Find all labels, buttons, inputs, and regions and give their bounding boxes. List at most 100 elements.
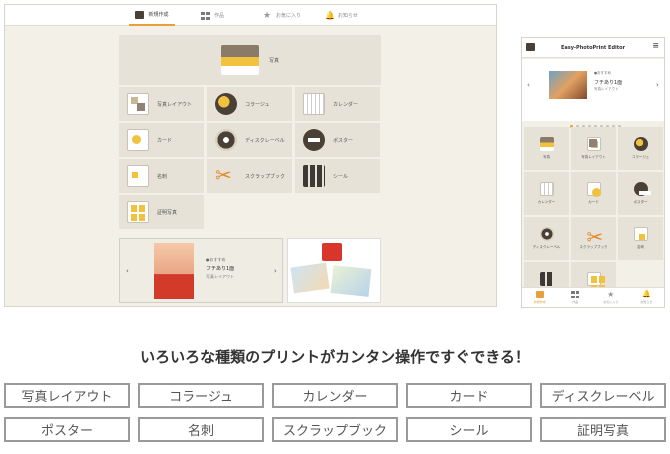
photo-layout-icon bbox=[586, 137, 601, 151]
phone-item-label: 写真レイアウト bbox=[581, 155, 606, 159]
menu-item-label: カード bbox=[157, 137, 173, 144]
desktop-app-preview: 新規作成 作品 ★ お気に入り 🔔 お知らせ 写真 写真レイアウト コラージュ … bbox=[4, 4, 497, 307]
menu-item-poster[interactable]: ポスター bbox=[295, 123, 380, 157]
phone-tab-works[interactable]: 作品 bbox=[558, 288, 594, 307]
phone-tab-label: お気に入り bbox=[603, 300, 619, 304]
new-icon[interactable] bbox=[526, 43, 535, 51]
disc-icon bbox=[539, 227, 554, 241]
poster-icon bbox=[633, 182, 651, 196]
menu-item-label: ポスター bbox=[333, 137, 354, 144]
menu-item-photo-layout[interactable]: 写真レイアウト bbox=[119, 87, 204, 121]
chevron-left-icon[interactable]: ‹ bbox=[527, 81, 530, 89]
headline: いろいろな種類のプリントがカンタン操作ですぐできる！ bbox=[140, 348, 530, 366]
collage-icon bbox=[633, 137, 648, 151]
phone-item-disc-label[interactable]: ディスクレーベル bbox=[524, 217, 569, 260]
phone-item-collage[interactable]: コラージュ bbox=[618, 127, 663, 170]
menu-item-label: 写真レイアウト bbox=[157, 101, 193, 108]
phone-item-label: ディスクレーベル bbox=[532, 245, 561, 249]
phone-tab-label: 作品 bbox=[572, 300, 579, 304]
app-title: Easy-PhotoPrint Editor bbox=[560, 44, 626, 51]
menu-item-sticker[interactable]: シール bbox=[295, 159, 380, 193]
menu-item-label: 名刺 bbox=[157, 173, 168, 180]
phone-tab-notices[interactable]: 🔔 お知らせ bbox=[629, 288, 665, 307]
menu-item-label: ディスクレーベル bbox=[245, 137, 285, 144]
menu-item-label: シール bbox=[333, 173, 349, 180]
tab-notices[interactable]: 🔔 お知らせ bbox=[325, 5, 358, 26]
tab-works[interactable]: 作品 bbox=[201, 5, 224, 26]
phone-item-label: ポスター bbox=[633, 200, 648, 204]
phone-item-poster[interactable]: ポスター bbox=[618, 172, 663, 215]
chevron-right-icon[interactable]: › bbox=[656, 81, 659, 89]
id-photo-icon bbox=[127, 201, 149, 223]
menu-item-business-card[interactable]: 名刺 bbox=[119, 159, 204, 193]
menu-icon[interactable]: ≡ bbox=[652, 41, 659, 50]
photo-layout-icon bbox=[127, 93, 149, 115]
menu-item-calendar[interactable]: カレンダー bbox=[295, 87, 380, 121]
phone-header: Easy-PhotoPrint Editor ≡ bbox=[522, 38, 664, 58]
menu-item-label: 写真 bbox=[268, 57, 279, 64]
chevron-left-icon[interactable]: ‹ bbox=[126, 267, 129, 275]
tab-favorites[interactable]: ★ お気に入り bbox=[263, 5, 301, 26]
chip: 写真レイアウト bbox=[4, 383, 130, 408]
tab-works-label: 作品 bbox=[214, 13, 225, 19]
phone-item-label: カード bbox=[588, 200, 599, 204]
banner-subtitle: 写真レイアウト bbox=[594, 87, 619, 91]
grid-icon bbox=[201, 11, 210, 20]
menu-item-scrapbook[interactable]: スクラップブック bbox=[207, 159, 292, 193]
disc-icon bbox=[215, 129, 237, 151]
gift-icon bbox=[322, 243, 342, 261]
menu-item-photo[interactable]: 写真 bbox=[119, 35, 381, 85]
business-card-icon bbox=[633, 227, 648, 241]
scissors-icon bbox=[587, 225, 604, 249]
phone-tab-label: お知らせ bbox=[640, 300, 653, 304]
phone-item-card[interactable]: カード bbox=[571, 172, 616, 215]
tab-favorites-label: お気に入り bbox=[276, 13, 302, 19]
phone-tab-favorites[interactable]: ★ お気に入り bbox=[593, 288, 629, 307]
card-image bbox=[330, 265, 372, 297]
featured-photo bbox=[154, 243, 194, 299]
featured-banner-2[interactable] bbox=[287, 238, 381, 303]
phone-banner[interactable]: ‹ ●おすすめ フチあり1面 写真レイアウト › bbox=[522, 59, 664, 128]
phone-tab-bar: 新規作成 作品 ★ お気に入り 🔔 お知らせ bbox=[522, 287, 664, 307]
phone-item-calendar[interactable]: カレンダー bbox=[524, 172, 569, 215]
featured-carousel[interactable]: ‹ ●おすすめ フチあり1面 写真レイアウト › bbox=[119, 238, 283, 303]
sticker-icon bbox=[539, 272, 554, 286]
banner-tag: ●おすすめ bbox=[594, 71, 612, 75]
chip: カレンダー bbox=[272, 383, 398, 408]
desktop-tab-bar: 新規作成 作品 ★ お気に入り 🔔 お知らせ bbox=[5, 5, 496, 26]
phone-item-scrapbook[interactable]: スクラップブック bbox=[571, 217, 616, 260]
chip: スクラップブック bbox=[272, 417, 398, 442]
featured-subtitle: 写真レイアウト bbox=[206, 274, 234, 279]
bell-icon: 🔔 bbox=[642, 290, 651, 298]
star-icon: ★ bbox=[263, 10, 272, 21]
grid-icon bbox=[571, 291, 580, 298]
chip: カード bbox=[406, 383, 532, 408]
phone-item-label: カレンダー bbox=[537, 200, 556, 204]
menu-item-label: コラージュ bbox=[245, 101, 270, 108]
phone-tab-new[interactable]: 新規作成 bbox=[522, 288, 558, 307]
chip: 名刺 bbox=[138, 417, 264, 442]
menu-item-id-photo[interactable]: 証明写真 bbox=[119, 195, 204, 229]
phone-item-photo[interactable]: 写真 bbox=[524, 127, 569, 170]
collage-icon bbox=[215, 93, 237, 115]
chip: コラージュ bbox=[138, 383, 264, 408]
phone-item-business-card[interactable]: 名刺 bbox=[618, 217, 663, 260]
menu-item-label: スクラップブック bbox=[245, 173, 286, 180]
calendar-icon bbox=[303, 93, 325, 115]
photo-icon bbox=[539, 137, 554, 151]
menu-item-disc-label[interactable]: ディスクレーベル bbox=[207, 123, 292, 157]
card-icon bbox=[586, 182, 601, 197]
card-icon bbox=[127, 129, 149, 151]
id-photo-icon bbox=[586, 272, 601, 286]
chip: ディスクレーベル bbox=[540, 383, 666, 408]
menu-item-card[interactable]: カード bbox=[119, 123, 204, 157]
chip: シール bbox=[406, 417, 532, 442]
sticker-icon bbox=[303, 165, 325, 187]
chip: ポスター bbox=[4, 417, 130, 442]
phone-item-photo-layout[interactable]: 写真レイアウト bbox=[571, 127, 616, 170]
menu-item-collage[interactable]: コラージュ bbox=[207, 87, 292, 121]
poster-icon bbox=[303, 129, 325, 151]
tab-new[interactable]: 新規作成 bbox=[129, 5, 175, 26]
chevron-right-icon[interactable]: › bbox=[274, 267, 277, 275]
phone-item-label: コラージュ bbox=[631, 155, 650, 159]
